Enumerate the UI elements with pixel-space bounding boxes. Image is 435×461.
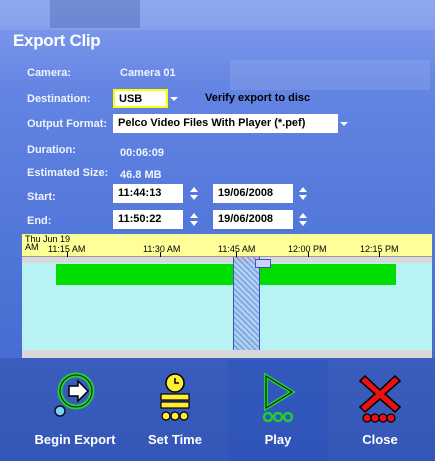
export-selection-range[interactable] <box>233 257 260 358</box>
selection-handle[interactable] <box>255 259 271 268</box>
export-clip-dialog: Export Clip Camera: Camera 01 Destinatio… <box>0 0 435 461</box>
play-button[interactable]: Play <box>228 366 328 461</box>
time-ruler[interactable]: Thu Jun 19 AM 11:15 AM 11:30 AM 11:45 AM… <box>22 234 432 257</box>
end-label: End: <box>27 215 52 227</box>
close-button[interactable]: Close <box>330 366 430 461</box>
chevron-down-icon[interactable] <box>167 89 181 108</box>
output-format-label: Output Format: <box>27 118 108 130</box>
destination-label: Destination: <box>27 93 91 105</box>
start-time-field[interactable]: 11:44:13 <box>113 184 183 203</box>
duration-label: Duration: <box>27 144 76 156</box>
timeline-scrollbar[interactable] <box>22 350 432 358</box>
play-label: Play <box>264 432 292 447</box>
begin-export-label: Begin Export <box>34 432 116 447</box>
estimated-size-label: Estimated Size: <box>27 167 109 179</box>
end-date-spinner[interactable] <box>297 210 309 229</box>
timeline-track-top <box>22 257 432 263</box>
chevron-down-icon[interactable] <box>337 114 351 133</box>
output-format-select[interactable]: Pelco Video Files With Player (*.pef) <box>113 114 338 133</box>
clock-icon <box>160 373 190 421</box>
tick-label: 11:30 AM <box>143 244 181 254</box>
start-date-spinner[interactable] <box>297 184 309 203</box>
dialog-title: Export Clip <box>13 31 101 50</box>
destination-select[interactable]: USB <box>113 89 168 108</box>
start-time-spinner[interactable] <box>188 184 200 203</box>
start-label: Start: <box>27 191 56 203</box>
recording-segment[interactable] <box>260 264 396 285</box>
recording-segment[interactable] <box>56 264 233 285</box>
verify-export-checkbox[interactable]: Verify export to disc <box>205 92 310 104</box>
set-time-button[interactable]: Set Time <box>130 366 220 461</box>
close-label: Close <box>362 432 398 447</box>
camera-value: Camera 01 <box>120 67 176 79</box>
set-time-label: Set Time <box>148 432 202 447</box>
close-icon <box>358 374 402 423</box>
play-icon <box>262 372 296 423</box>
camera-label: Camera: <box>27 67 72 79</box>
background-shadow <box>50 0 140 28</box>
background-band <box>230 60 430 90</box>
end-time-spinner[interactable] <box>188 210 200 229</box>
start-date-field[interactable]: 19/06/2008 <box>213 184 293 203</box>
export-icon <box>54 372 95 417</box>
end-time-field[interactable]: 11:50:22 <box>113 210 183 229</box>
timeline[interactable]: Thu Jun 19 AM 11:15 AM 11:30 AM 11:45 AM… <box>22 234 432 358</box>
estimated-size-value: 46.8 MB <box>120 169 162 181</box>
begin-export-button[interactable]: Begin Export <box>20 366 130 461</box>
end-date-field[interactable]: 19/06/2008 <box>213 210 293 229</box>
duration-value: 00:06:09 <box>120 147 165 159</box>
